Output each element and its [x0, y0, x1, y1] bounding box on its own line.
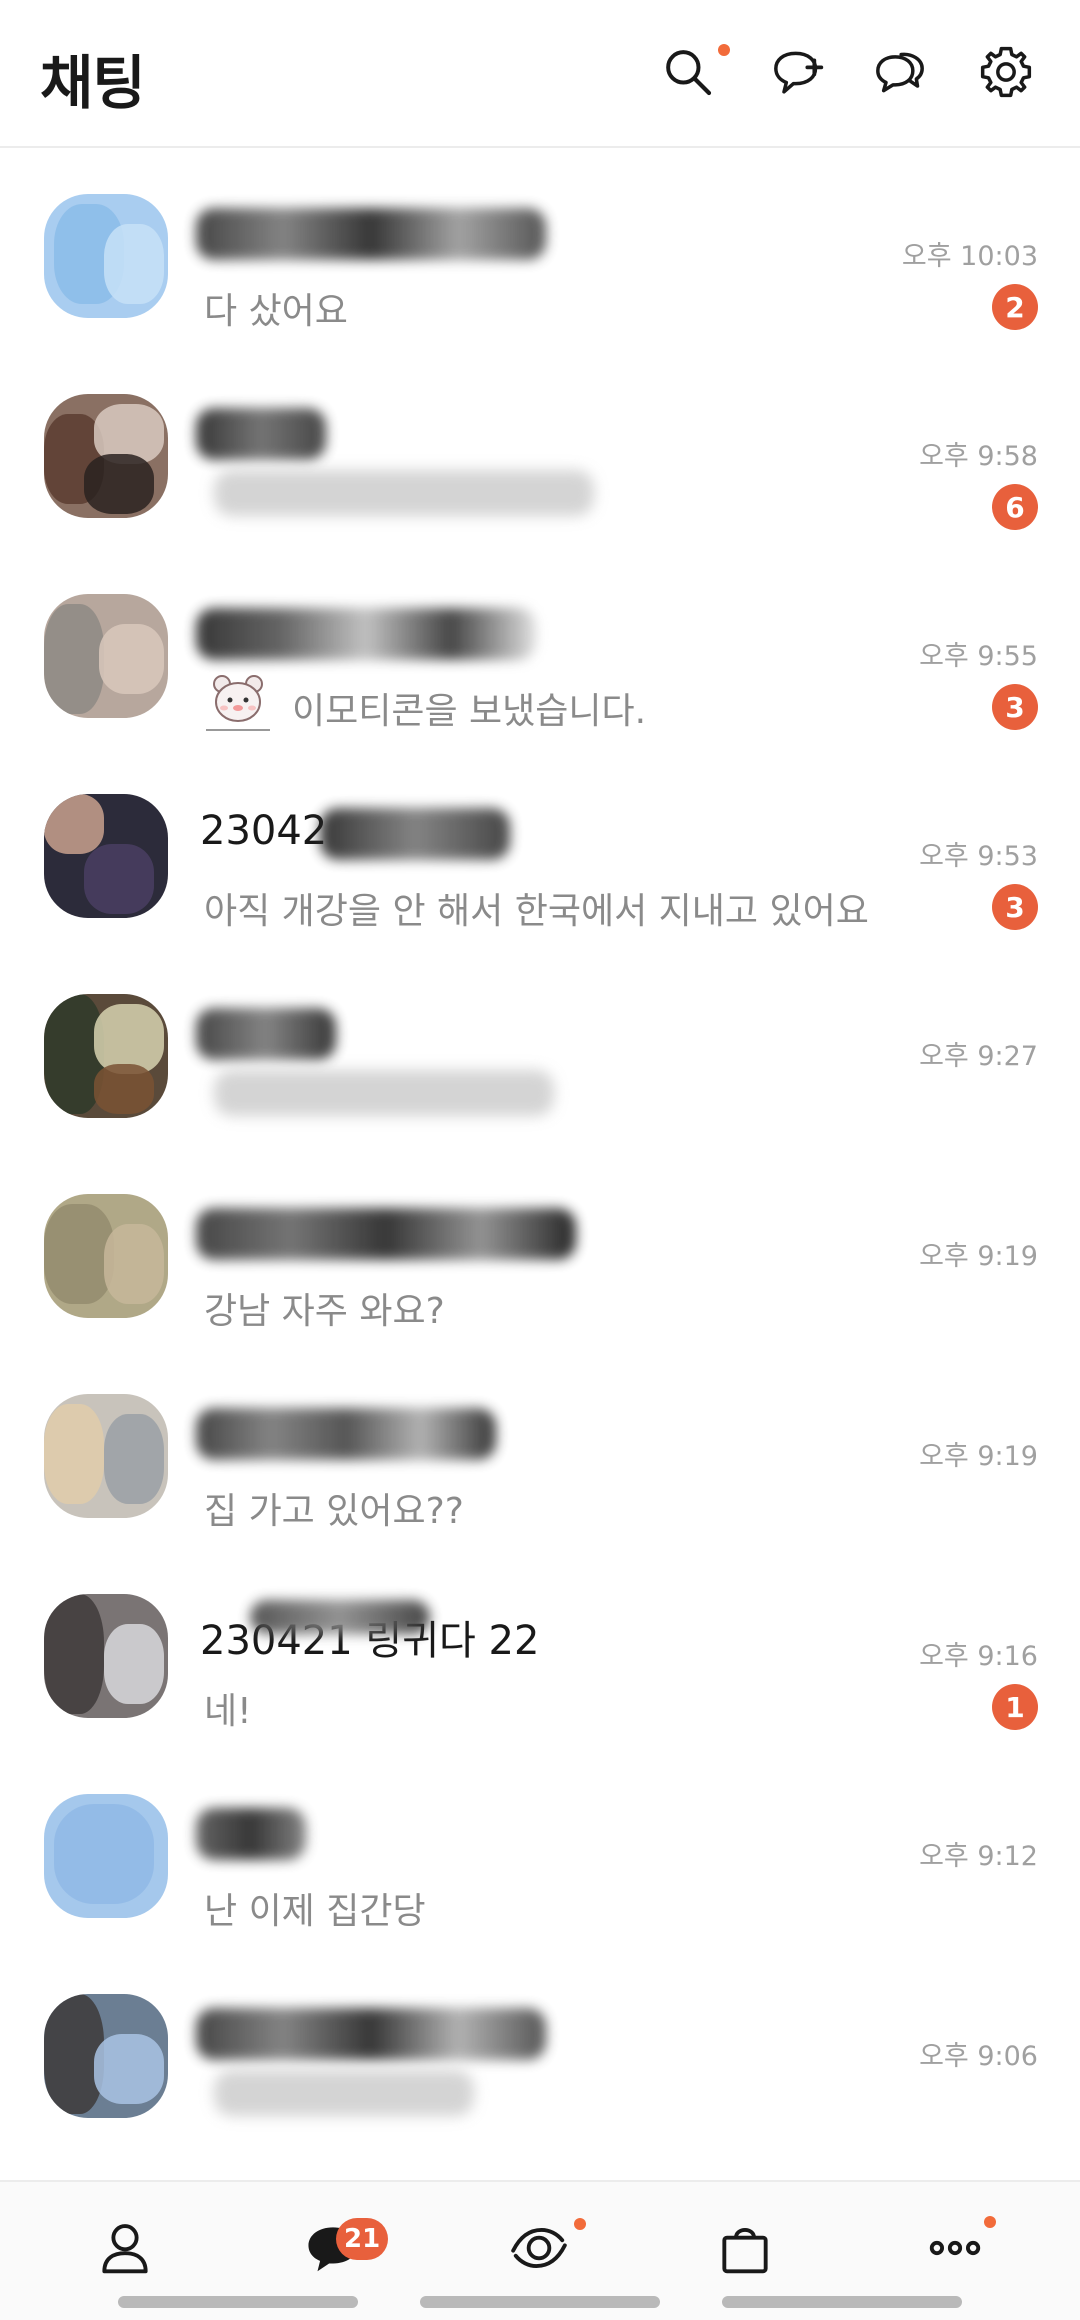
timestamp: 오후 9:06: [919, 2041, 1038, 2072]
nav-view[interactable]: [494, 2208, 586, 2288]
chat-row[interactable]: 오후 9:06: [0, 1950, 1080, 2150]
avatar: [44, 1994, 168, 2118]
message-preview: 이모티콘을 보냈습니다.: [292, 691, 647, 732]
avatar: [44, 1794, 168, 1918]
bottom-nav: 21: [0, 2180, 1080, 2320]
notification-dot: [574, 2218, 586, 2230]
page-title: 채팅: [40, 49, 146, 117]
chat-name: 23042: [200, 808, 328, 854]
avatar: [44, 1194, 168, 1318]
timestamp: 오후 9:55: [919, 641, 1038, 672]
chat-row[interactable]: 다 샀어요 오후 10:03 2: [0, 150, 1080, 350]
timestamp: 오후 9:19: [919, 1441, 1038, 1472]
redacted-name: [196, 1208, 576, 1260]
header: 채팅: [0, 0, 1080, 148]
unread-badge: 1: [992, 1684, 1038, 1730]
chat-list: 다 샀어요 오후 10:03 2 오후 9:58 6 이모티콘을 보냈습니다. …: [0, 150, 1080, 2150]
message-preview: 강남 자주 와요?: [204, 1291, 445, 1332]
redacted-name: [196, 1808, 306, 1860]
shopping-bag-icon: [722, 2227, 768, 2274]
redacted-name: [196, 408, 326, 460]
redacted-name: [196, 2008, 546, 2060]
avatar: [44, 994, 168, 1118]
settings-icon: [980, 46, 1032, 98]
redacted-preview: [214, 470, 594, 516]
avatar: [44, 194, 168, 318]
chat-row[interactable]: 집 가고 있어요?? 오후 9:19: [0, 1350, 1080, 1550]
redacted-preview: [214, 2070, 474, 2116]
avatar: [44, 1394, 168, 1518]
chat-row[interactable]: 23042 아직 개강을 안 해서 한국에서 지내고 있어요 오후 9:53 3: [0, 750, 1080, 950]
search-button[interactable]: [656, 40, 730, 104]
open-chat-button[interactable]: [868, 40, 932, 104]
timestamp: 오후 9:12: [919, 1841, 1038, 1872]
eye-icon: [511, 2227, 567, 2269]
redacted-name: [320, 808, 510, 860]
gesture-bar-right: [722, 2296, 962, 2308]
timestamp: 오후 9:27: [919, 1041, 1038, 1072]
unread-badge: 2: [992, 284, 1038, 330]
chat-row[interactable]: 오후 9:27: [0, 950, 1080, 1150]
chat-row[interactable]: 강남 자주 와요? 오후 9:19: [0, 1150, 1080, 1350]
unread-badge: 6: [992, 484, 1038, 530]
timestamp: 오후 9:53: [919, 841, 1038, 872]
nav-chats[interactable]: 21: [288, 2208, 389, 2288]
gesture-bar-left: [118, 2296, 358, 2308]
notification-dot: [984, 2216, 996, 2228]
settings-button[interactable]: [974, 40, 1038, 104]
redacted-name: [196, 1008, 336, 1060]
nav-friends[interactable]: [80, 2208, 170, 2288]
avatar: [44, 794, 168, 918]
notification-dot: [718, 44, 730, 56]
message-preview: 다 샀어요: [204, 291, 348, 332]
search-icon: [666, 50, 712, 96]
open-chat-icon: [876, 52, 924, 93]
nav-shopping[interactable]: [700, 2208, 790, 2288]
redacted-name: [196, 608, 536, 660]
timestamp: 오후 9:58: [919, 441, 1038, 472]
person-icon: [102, 2224, 148, 2274]
avatar: [44, 1594, 168, 1718]
timestamp: 오후 10:03: [901, 241, 1038, 272]
emoticon-thumbnail: [200, 670, 276, 732]
unread-badge: 3: [992, 684, 1038, 730]
chat-row[interactable]: 오후 9:58 6: [0, 350, 1080, 550]
message-preview: 난 이제 집간당: [204, 1891, 426, 1932]
message-preview: 아직 개강을 안 해서 한국에서 지내고 있어요: [204, 891, 869, 932]
chat-unread-badge: 21: [336, 2218, 389, 2260]
chat-row[interactable]: 이모티콘을 보냈습니다. 오후 9:55 3: [0, 550, 1080, 750]
redacted-name: [196, 208, 546, 260]
new-chat-icon: [774, 51, 824, 94]
avatar: [44, 594, 168, 718]
gesture-bar-center: [420, 2296, 660, 2308]
nav-more[interactable]: [910, 2208, 1000, 2288]
message-preview: 네!: [204, 1691, 252, 1732]
bear-emoticon-icon: [206, 675, 270, 731]
chat-row[interactable]: 난 이제 집간당 오후 9:12: [0, 1750, 1080, 1950]
redacted-name-part: [250, 1600, 430, 1634]
chat-row[interactable]: 230421 링귀다 22 네! 오후 9:16 1: [0, 1550, 1080, 1750]
new-chat-button[interactable]: [766, 40, 830, 104]
unread-badge: 3: [992, 884, 1038, 930]
timestamp: 오후 9:19: [919, 1241, 1038, 1272]
timestamp: 오후 9:16: [919, 1641, 1038, 1672]
more-icon: [929, 2240, 981, 2256]
redacted-name: [196, 1408, 496, 1460]
message-preview: 집 가고 있어요??: [204, 1491, 464, 1532]
avatar: [44, 394, 168, 518]
redacted-preview: [214, 1070, 554, 1116]
